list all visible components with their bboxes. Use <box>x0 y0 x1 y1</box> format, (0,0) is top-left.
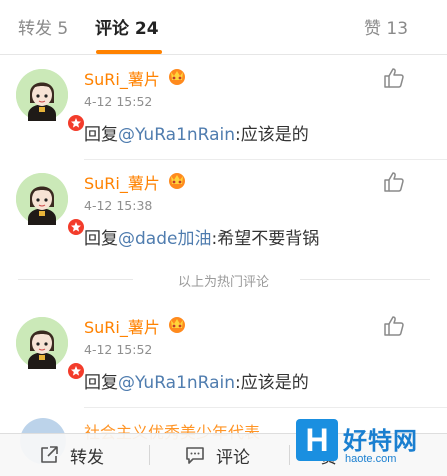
vip-crown-icon <box>169 317 185 333</box>
watermark-text: 好特网 <box>343 427 418 455</box>
thumbs-up-icon[interactable] <box>382 314 406 338</box>
reply-body: :应该是的 <box>235 373 309 393</box>
comment-username[interactable]: SuRi_薯片 <box>84 170 160 194</box>
verified-badge-icon <box>66 113 86 133</box>
comment-timestamp: 4-12 15:52 <box>84 94 153 109</box>
active-tab-indicator <box>96 50 162 54</box>
vip-crown-icon <box>169 69 185 85</box>
watermark-logo-icon: H <box>296 419 338 461</box>
avatar-illustration-icon <box>16 69 68 121</box>
avatar[interactable] <box>16 173 86 237</box>
comment-text: 回复@YuRa1nRain:应该是的 <box>84 120 309 145</box>
avatar[interactable] <box>16 69 86 133</box>
verified-badge-icon <box>66 217 86 237</box>
verified-badge-icon <box>66 361 86 381</box>
reply-body: :希望不要背锅 <box>211 229 320 249</box>
divider <box>289 445 290 465</box>
hot-comments-label: 以上为热门评论 <box>167 275 279 290</box>
tab-comments[interactable]: 评论 24 <box>95 14 159 39</box>
comment-label: 评论 <box>216 447 250 468</box>
comment-timestamp: 4-12 15:52 <box>84 342 153 357</box>
comment-icon <box>186 447 204 464</box>
vip-crown-icon <box>169 173 185 189</box>
mention-link[interactable]: @YuRa1nRain <box>118 373 235 393</box>
repost-icon <box>41 446 58 463</box>
reply-prefix: 回复 <box>84 373 118 393</box>
repost-button[interactable]: 转发 <box>38 434 104 476</box>
avatar-illustration-icon <box>16 173 68 225</box>
tab-likes[interactable]: 赞 13 <box>364 14 408 39</box>
avatar[interactable] <box>16 317 86 381</box>
tab-bar: 转发 5 评论 24 赞 13 <box>0 0 447 55</box>
mention-link[interactable]: @dade加油 <box>118 229 211 249</box>
avatar-illustration-icon <box>16 317 68 369</box>
tab-reposts[interactable]: 转发 5 <box>18 14 68 39</box>
reply-prefix: 回复 <box>84 229 118 249</box>
comment-timestamp: 4-12 15:38 <box>84 198 153 213</box>
divider <box>149 445 150 465</box>
comment-item: SuRi_薯片 4-12 15:52 回复@YuRa1nRain:应该是的 <box>0 304 447 408</box>
watermark-logo-letter: H <box>305 422 329 458</box>
reply-prefix: 回复 <box>84 125 118 145</box>
thumbs-up-icon[interactable] <box>382 170 406 194</box>
comment-username[interactable]: SuRi_薯片 <box>84 314 160 338</box>
reply-body: :应该是的 <box>235 125 309 145</box>
comment-item: SuRi_薯片 4-12 15:38 回复@dade加油:希望不要背锅 <box>0 160 447 264</box>
watermark-url: haote.com <box>345 453 397 465</box>
comment-text: 回复@dade加油:希望不要背锅 <box>84 224 319 249</box>
repost-label: 转发 <box>70 447 104 468</box>
divider <box>84 407 447 408</box>
mention-link[interactable]: @YuRa1nRain <box>118 125 235 145</box>
comment-item: SuRi_薯片 4-12 15:52 回复@YuRa1nRain:应该是的 <box>0 56 447 160</box>
thumbs-up-icon[interactable] <box>382 66 406 90</box>
comment-username[interactable]: SuRi_薯片 <box>84 66 160 90</box>
hot-comments-separator: 以上为热门评论 <box>0 262 447 298</box>
comment-text: 回复@YuRa1nRain:应该是的 <box>84 368 309 393</box>
